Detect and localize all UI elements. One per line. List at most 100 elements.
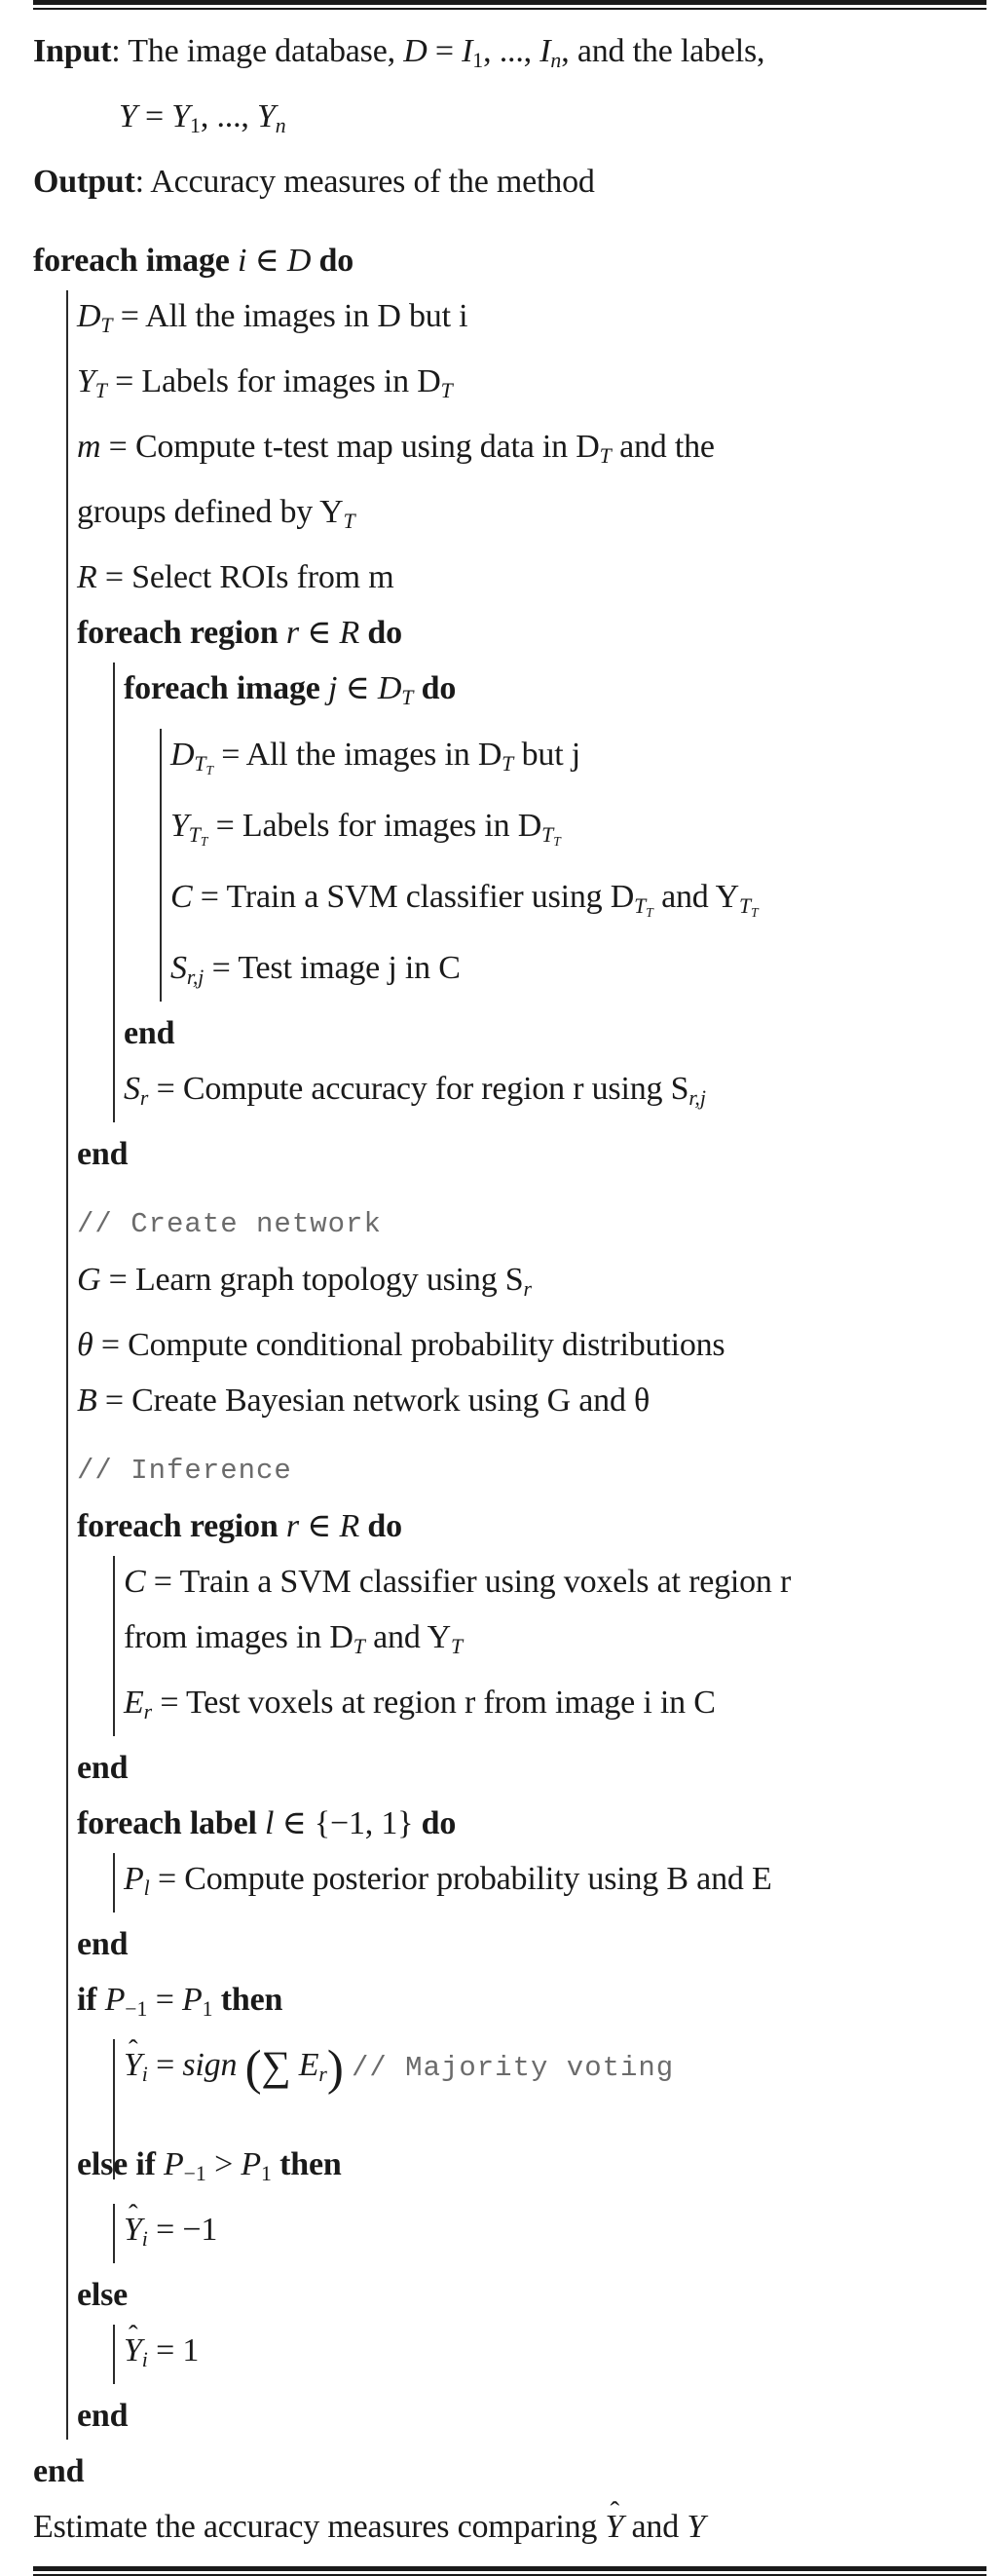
stmt-Yhat-neg1: ˆ Yi = −1: [33, 2199, 986, 2267]
sum-arg-E: E: [298, 2047, 319, 2084]
spacer-before-inference: [33, 1428, 986, 1440]
stmt-Yhat-pos1: ˆ Yi = 1: [33, 2320, 986, 2388]
var-r-2: r: [285, 1508, 299, 1545]
end-label-loop: end: [33, 1916, 986, 1972]
stmt-C-voxels-text2: from images in D: [124, 1619, 353, 1656]
hat-accent-2: ˆ: [129, 2198, 138, 2230]
set-D: D: [286, 243, 312, 280]
output-text: : Accuracy measures of the method: [134, 164, 595, 201]
stmt-G-text: = Learn graph topology using S: [108, 1262, 524, 1299]
kw-end-4: end: [77, 1926, 129, 1963]
input-line: Input: The image database, D = I1, ..., …: [33, 33, 765, 73]
Yhat-value-neg1: = −1: [156, 2211, 218, 2248]
stmt-Yhat-sign: ˆ Yi = sign (∑ Er) // Majority voting: [33, 2034, 986, 2102]
bottom-rule-thick: [33, 2565, 986, 2571]
sum-arg-sub: r: [318, 2063, 327, 2087]
sum-symbol: ∑: [261, 2043, 291, 2090]
stmt-C-train-voxels-cont: from images in DT and YT: [124, 1619, 464, 1659]
kw-end-6: end: [33, 2452, 85, 2489]
spacer-before-create-network: [33, 1182, 986, 1193]
output-line: Output: Accuracy measures of the method: [33, 154, 986, 209]
bottom-rule-thin: [33, 2573, 986, 2576]
stmt-B-text: = Create Bayesian network using G and θ: [104, 1383, 651, 1420]
kw-end-2: end: [77, 1136, 129, 1173]
io-spacer: [33, 209, 986, 233]
comment-text-2: // Inference: [77, 1455, 292, 1488]
cond-P-lhs-sub: −1: [125, 1997, 148, 2022]
kw-end-1: end: [124, 1015, 175, 1051]
end-if: end: [33, 2388, 986, 2443]
kw-region-2: region: [189, 1508, 279, 1545]
kw-then-2: then: [279, 2145, 342, 2182]
input-line-continued: Y = Y1, ..., Yn: [119, 98, 286, 138]
assign-eq: =: [156, 2047, 175, 2084]
comment-create-network: // Create network: [33, 1193, 986, 1252]
stmt-Pl-text: = Compute posterior probability using B …: [157, 1861, 772, 1898]
stmt-theta-assign: θ = Compute conditional probability dist…: [77, 1327, 725, 1364]
algorithm-block: Input: The image database, D = I1, ..., …: [0, 0, 1004, 2576]
foreach-image-inner-header: foreach image j ∈ DT do: [124, 670, 457, 710]
stmt-B-assign: B = Create Bayesian network using G and …: [77, 1383, 651, 1420]
final-estimate-line: Estimate the accuracy measures comparing…: [33, 2496, 986, 2555]
cond-P-rhs-sub: 1: [202, 1997, 213, 2022]
kw-do-2: do: [367, 615, 402, 652]
input-label: Input: [33, 33, 112, 69]
kw-foreach: foreach: [33, 243, 138, 280]
cond2-P-rhs: P: [241, 2145, 261, 2182]
if-body-trailing-space: [33, 2103, 986, 2137]
kw-else: else: [77, 2276, 129, 2313]
stmt-YT-assign: YT = Labels for images in DT: [77, 363, 453, 403]
comment-inference: // Inference: [33, 1440, 986, 1498]
stmt-C-train: C = Train a SVM classifier using DTT and…: [170, 878, 759, 920]
stmt-Er-assign: Er = Test voxels at region r from image …: [124, 1685, 716, 1724]
hat-accent-4: ˆ: [610, 2495, 620, 2527]
cond2-gt: >: [214, 2145, 234, 2182]
stmt-m-text: = Compute t-test map using data in D: [108, 429, 600, 466]
kw-end-5: end: [77, 2397, 129, 2434]
kw-do: do: [318, 243, 354, 280]
stmt-theta-text: = Compute conditional probability distri…: [100, 1327, 725, 1364]
cond2-P-rhs-sub: 1: [260, 2161, 272, 2185]
stmt-R-assign: R = Select ROIs from m: [77, 559, 394, 596]
set-labels: {−1, 1}: [314, 1805, 414, 1842]
output-label: Output: [33, 164, 135, 201]
Yhat-sub-3: i: [141, 2347, 148, 2371]
kw-foreach-5: foreach: [77, 1805, 182, 1842]
stmt-YTT-text: = Labels for images in D: [215, 807, 542, 844]
if-header: if P−1 = P1 then: [33, 1972, 986, 2037]
if-body: ˆ Yi = sign (∑ Er) // Majority voting: [33, 2034, 986, 2179]
input-Y: Y: [119, 98, 137, 135]
stmt-Sr-text: = Compute accuracy for region r using S: [156, 1071, 689, 1107]
var-l: l: [265, 1805, 275, 1842]
stmt-m-assign: m = Compute t-test map using data in DT …: [77, 429, 715, 469]
kw-image: image: [145, 243, 230, 280]
stmt-m-cont-text: groups defined by Y: [77, 494, 344, 531]
stmt-Pl-assign: Pl = Compute posterior probability using…: [124, 1861, 772, 1901]
cond2-P-lhs: P: [164, 2145, 184, 2182]
stmt-C-train-voxels: C = Train a SVM classifier using voxels …: [124, 1564, 792, 1601]
stmt-DTT-text2: but j: [521, 736, 581, 773]
kw-image-2: image: [236, 670, 320, 707]
in-symbol: ∈: [254, 243, 279, 280]
kw-foreach-4: foreach: [77, 1508, 182, 1545]
stmt-DT-assign: DT = All the images in D but i: [77, 298, 468, 338]
kw-region: region: [189, 615, 279, 652]
stmt-DTT-assign: DTT = All the images in DT but j: [170, 736, 581, 777]
cond2-P-lhs-sub: −1: [183, 2161, 206, 2185]
stmt-C-text2: and Y: [661, 878, 739, 915]
input-D: D: [403, 33, 428, 69]
hat-accent-3: ˆ: [129, 2319, 138, 2351]
fn-sign: sign: [182, 2047, 238, 2084]
stmt-G-assign: G = Learn graph topology using Sr: [77, 1262, 532, 1302]
var-i: i: [238, 243, 247, 280]
var-r: r: [285, 615, 299, 652]
algorithm-body: Input: The image database, D = I1, ..., …: [33, 10, 986, 2560]
stmt-DT-text: = All the images in D but i: [120, 298, 468, 335]
image-loop-body: DTT = All the images in DT but j YTT = L…: [33, 727, 986, 1005]
stmt-m-text2: and the: [619, 429, 715, 466]
stmt-DTT-text: = All the images in D: [221, 736, 502, 773]
input-text: : The image database,: [111, 33, 404, 69]
end-image-loop: end: [33, 1005, 986, 1061]
region-loop-body-2: C = Train a SVM classifier using voxels …: [33, 1554, 986, 1740]
elseif-body: ˆ Yi = −1: [33, 2199, 986, 2267]
